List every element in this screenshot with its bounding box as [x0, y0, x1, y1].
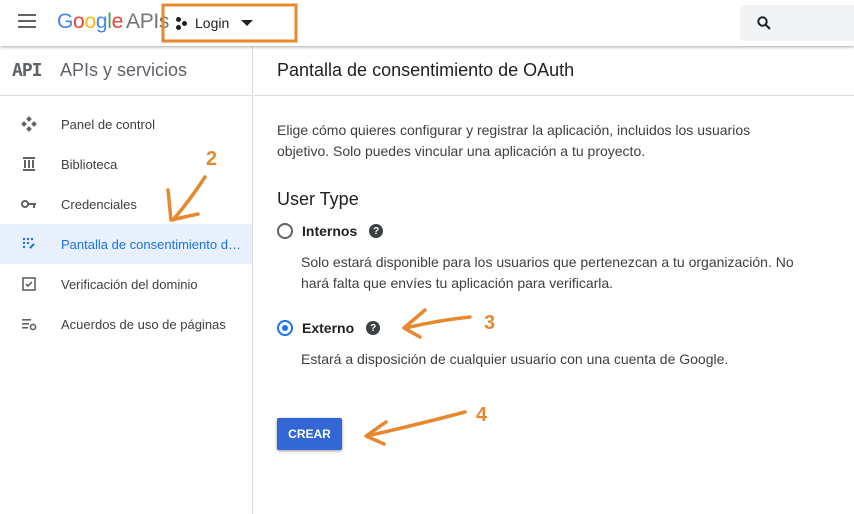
- help-icon[interactable]: ?: [369, 224, 384, 238]
- sidebar-item-label: Credenciales: [61, 196, 137, 212]
- sidebar-item-verificacion-del-dominio[interactable]: Verificación del dominio: [0, 264, 252, 304]
- domain-verification-icon: [21, 276, 37, 292]
- sidebar-item-label: Panel de control: [61, 116, 155, 132]
- consent-screen-icon: [21, 236, 37, 252]
- project-name: Login: [195, 15, 230, 31]
- top-app-bar: Google APIs Login: [0, 0, 854, 46]
- sidebar-item-credenciales[interactable]: Credenciales: [0, 184, 252, 224]
- sidebar-header: API APIs y servicios: [0, 46, 252, 96]
- search-input[interactable]: [740, 5, 854, 41]
- external-radio[interactable]: [277, 320, 293, 336]
- project-icon: [176, 16, 188, 30]
- google-apis-logo[interactable]: Google APIs: [57, 10, 169, 34]
- external-description: Estará a disposición de cualquier usuari…: [301, 351, 729, 367]
- sidebar-item-label: Verificación del dominio: [61, 276, 198, 292]
- internal-label: Internos: [302, 223, 358, 239]
- sidebar: API APIs y servicios Panel de control Bi…: [0, 46, 253, 514]
- internal-radio[interactable]: [277, 223, 293, 239]
- user-type-heading: User Type: [277, 189, 359, 209]
- api-logo-icon: API: [12, 60, 43, 81]
- chevron-down-icon: [241, 20, 254, 26]
- annotation-number: 2: [206, 148, 218, 170]
- menu-icon[interactable]: [18, 14, 38, 30]
- help-icon[interactable]: ?: [366, 321, 381, 335]
- library-icon: [21, 156, 37, 172]
- sidebar-nav: Panel de control Biblioteca Credenciales…: [0, 96, 252, 344]
- main-content: Pantalla de consentimiento de OAuth Elig…: [254, 46, 854, 514]
- sidebar-title: APIs y servicios: [60, 60, 188, 80]
- app-root: Google APIs Login API APIs y servicios P…: [0, 0, 854, 514]
- internal-description: Solo estará disponible para los usuarios…: [301, 254, 794, 291]
- search-icon: [757, 16, 771, 30]
- sidebar-item-acuerdos-de-uso[interactable]: Acuerdos de uso de páginas: [0, 304, 252, 344]
- page-title: Pantalla de consentimiento de OAuth: [277, 60, 575, 80]
- page-header: Pantalla de consentimiento de OAuth: [254, 46, 854, 96]
- external-label: Externo: [302, 320, 355, 336]
- sidebar-item-label: Acuerdos de uso de páginas: [61, 316, 226, 332]
- annotation-number: 4: [476, 404, 488, 426]
- dashboard-icon: [21, 116, 37, 132]
- key-icon: [21, 196, 37, 212]
- create-button[interactable]: CREAR: [277, 418, 342, 450]
- logo-apis-text: APIs: [125, 10, 170, 33]
- intro-text: Elige cómo quieres configurar y registra…: [277, 122, 751, 159]
- annotation-number: 3: [484, 312, 496, 334]
- sidebar-item-panel-de-control[interactable]: Panel de control: [0, 104, 252, 144]
- user-type-internal-option[interactable]: Internos ?: [277, 223, 384, 239]
- sidebar-item-label: Pantalla de consentimiento de OAuth: [61, 236, 241, 252]
- logo-google-text: Google: [57, 10, 123, 33]
- user-type-external-option[interactable]: Externo ?: [277, 320, 381, 336]
- sidebar-item-pantalla-de-consentimiento[interactable]: Pantalla de consentimiento de OAuth: [0, 224, 252, 264]
- page-settings-icon: [21, 316, 37, 332]
- project-selector[interactable]: Login: [176, 12, 254, 34]
